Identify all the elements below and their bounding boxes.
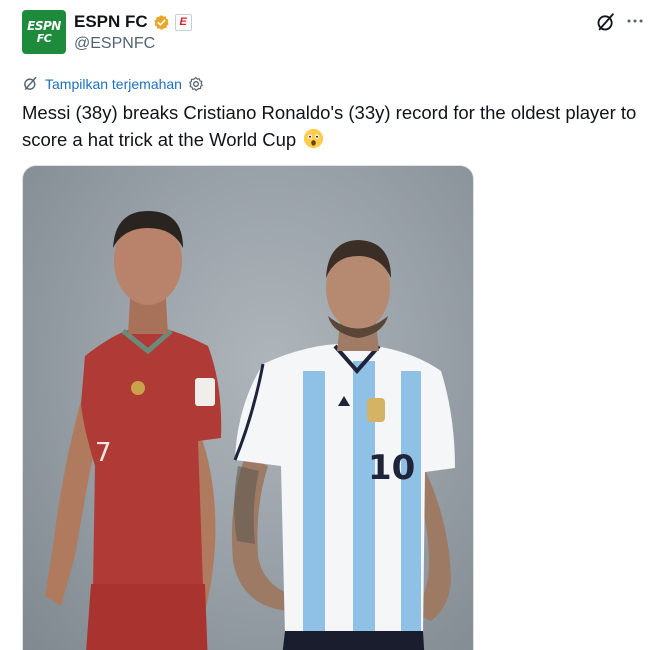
- astonished-face-emoji-icon: [304, 128, 324, 149]
- grok-translate-icon: [24, 76, 37, 90]
- verified-badge-icon[interactable]: [153, 14, 170, 31]
- messi-shirt-number: 10: [368, 448, 415, 488]
- more-options-icon[interactable]: [626, 12, 644, 30]
- tweet-text: Messi (38y) breaks Cristiano Ronaldo's (…: [22, 99, 642, 153]
- tweet-text-body: Messi (38y) breaks Cristiano Ronaldo's (…: [22, 102, 637, 150]
- translate-link[interactable]: Tampilkan terjemahan: [45, 76, 182, 92]
- author-display-name[interactable]: ESPN FC: [74, 12, 148, 32]
- tweet-image[interactable]: 7 10: [22, 165, 474, 650]
- messi-figure: 10: [231, 240, 455, 650]
- author-name-row: ESPN FC E: [74, 12, 192, 32]
- avatar-text-line1: ESPN: [27, 19, 61, 33]
- settings-gear-icon[interactable]: [188, 76, 204, 92]
- ronaldo-shirt-number: 7: [95, 438, 112, 468]
- avatar[interactable]: ESPN FC: [22, 10, 66, 54]
- tweet: ESPN FC ESPN FC E @ESPNFC Tampilkan terj…: [0, 0, 650, 650]
- espn-affiliate-badge[interactable]: E: [174, 13, 192, 31]
- players-photo: 7 10: [45, 211, 455, 650]
- avatar-text-line2: FC: [36, 32, 52, 45]
- grok-icon[interactable]: [595, 11, 617, 33]
- author-handle[interactable]: @ESPNFC: [74, 35, 155, 53]
- ronaldo-figure: 7: [45, 211, 222, 650]
- translate-row[interactable]: Tampilkan terjemahan: [22, 75, 204, 92]
